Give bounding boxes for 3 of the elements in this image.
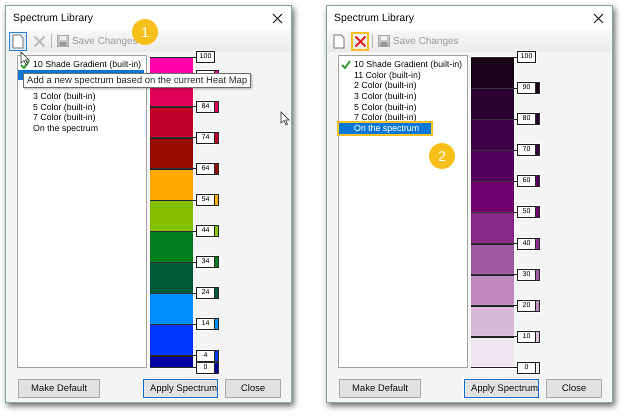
tooltip: Add a new spectrum based on the current Heat Map: [23, 73, 252, 88]
window-title: Spectrum Library: [13, 12, 93, 24]
window-title: Spectrum Library: [334, 12, 414, 24]
